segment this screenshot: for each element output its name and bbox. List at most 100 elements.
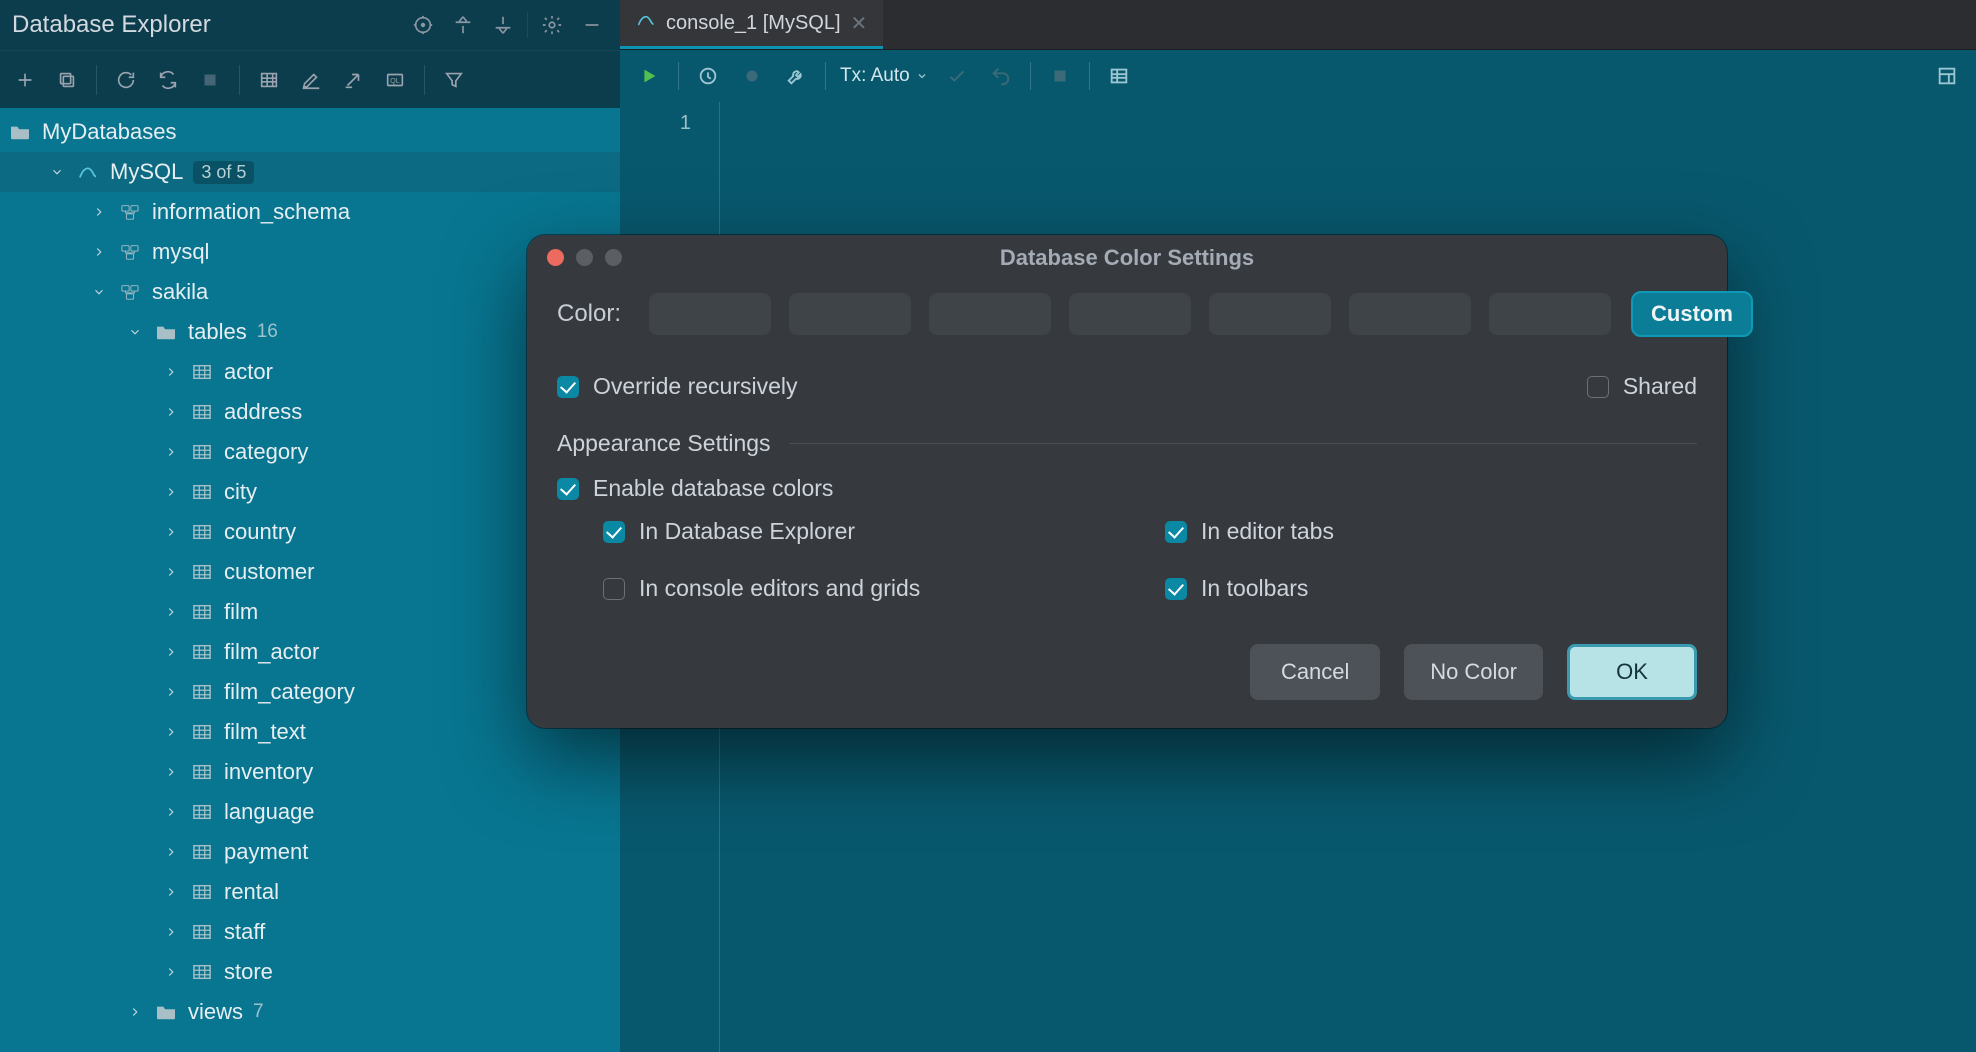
checkbox-icon — [557, 376, 579, 398]
sep — [527, 12, 528, 38]
record-icon[interactable] — [737, 61, 767, 91]
tree-table[interactable]: staff — [0, 912, 620, 952]
table-label: country — [224, 519, 296, 545]
rollback-icon[interactable] — [986, 61, 1016, 91]
tree-views-group[interactable]: views 7 — [0, 992, 620, 1032]
edit-icon[interactable] — [294, 63, 328, 97]
mysql-icon — [76, 162, 100, 182]
console-toolbar: Tx: Auto — [620, 50, 1976, 102]
in-explorer-checkbox[interactable]: In Database Explorer — [603, 518, 1135, 545]
filter-icon[interactable] — [437, 63, 471, 97]
target-icon[interactable] — [403, 5, 443, 45]
checkbox-icon — [603, 578, 625, 600]
tx-mode-dropdown[interactable]: Tx: Auto — [840, 65, 928, 87]
color-swatch[interactable] — [1069, 293, 1191, 335]
line-number: 1 — [620, 112, 691, 135]
chevron-right-icon — [90, 245, 108, 259]
tree-root[interactable]: MyDatabases — [0, 112, 620, 152]
close-icon[interactable]: ✕ — [851, 11, 868, 36]
chevron-down-icon — [126, 325, 144, 339]
shared-label: Shared — [1623, 373, 1697, 400]
chevron-right-icon — [90, 205, 108, 219]
close-window-icon[interactable] — [547, 249, 564, 266]
add-icon[interactable] — [8, 63, 42, 97]
table-label: inventory — [224, 759, 313, 785]
option-label: In Database Explorer — [639, 518, 855, 545]
minimize-icon[interactable] — [572, 5, 612, 45]
color-swatch[interactable] — [1209, 293, 1331, 335]
dialog-titlebar: Database Color Settings — [527, 235, 1727, 281]
commit-icon[interactable] — [942, 61, 972, 91]
stop-icon[interactable] — [193, 63, 227, 97]
cancel-button[interactable]: Cancel — [1250, 644, 1380, 700]
run-icon[interactable] — [634, 61, 664, 91]
tree-table[interactable]: store — [0, 952, 620, 992]
override-checkbox[interactable]: Override recursively — [557, 373, 798, 400]
folder-icon — [8, 122, 32, 142]
minimize-window-icon[interactable] — [576, 249, 593, 266]
chevron-right-icon — [162, 725, 180, 739]
group-label: tables — [188, 319, 247, 345]
tree-datasource-mysql[interactable]: MySQL 3 of 5 — [0, 152, 620, 192]
color-swatch[interactable] — [789, 293, 911, 335]
chevron-right-icon — [162, 925, 180, 939]
enable-colors-checkbox[interactable]: Enable database colors — [557, 475, 1697, 502]
tab-label: console_1 [MySQL] — [666, 12, 841, 35]
in-toolbars-checkbox[interactable]: In toolbars — [1165, 575, 1697, 602]
checkbox-icon — [1165, 578, 1187, 600]
override-label: Override recursively — [593, 373, 798, 400]
chevron-right-icon — [162, 485, 180, 499]
refresh-icon[interactable] — [109, 63, 143, 97]
table-label: customer — [224, 559, 314, 585]
tree-table[interactable]: inventory — [0, 752, 620, 792]
copy-icon[interactable] — [50, 63, 84, 97]
datasource-label: MySQL — [110, 159, 183, 185]
ql-console-icon[interactable]: QL — [378, 63, 412, 97]
table-icon — [190, 922, 214, 942]
schema-icon — [118, 242, 142, 262]
tree-table[interactable]: language — [0, 792, 620, 832]
in-console-checkbox[interactable]: In console editors and grids — [603, 575, 1135, 602]
tree-table[interactable]: payment — [0, 832, 620, 872]
table-label: category — [224, 439, 308, 465]
tree-schema[interactable]: information_schema — [0, 192, 620, 232]
stop-icon[interactable] — [1045, 61, 1075, 91]
table-label: film_category — [224, 679, 355, 705]
table-label: actor — [224, 359, 273, 385]
tree-table[interactable]: film_text — [0, 712, 620, 752]
table-label: film_actor — [224, 639, 319, 665]
table-icon — [190, 442, 214, 462]
expand-all-icon[interactable] — [443, 5, 483, 45]
sync-icon[interactable] — [151, 63, 185, 97]
in-editor-tabs-checkbox[interactable]: In editor tabs — [1165, 518, 1697, 545]
shared-checkbox[interactable]: Shared — [1587, 373, 1697, 400]
ok-button[interactable]: OK — [1567, 644, 1697, 700]
separator — [96, 65, 97, 95]
jump-icon[interactable] — [336, 63, 370, 97]
separator — [239, 65, 240, 95]
editor-tab-console[interactable]: console_1 [MySQL] ✕ — [620, 0, 883, 49]
zoom-window-icon[interactable] — [605, 249, 622, 266]
custom-color-button[interactable]: Custom — [1631, 291, 1753, 337]
no-color-button[interactable]: No Color — [1404, 644, 1543, 700]
chevron-right-icon — [162, 805, 180, 819]
appearance-section-header: Appearance Settings — [557, 430, 1697, 457]
grid-icon[interactable] — [252, 63, 286, 97]
color-swatch[interactable] — [929, 293, 1051, 335]
sidebar-toolbar: QL — [0, 50, 620, 108]
layout-icon[interactable] — [1932, 61, 1962, 91]
color-swatch[interactable] — [1489, 293, 1611, 335]
table-label: film — [224, 599, 258, 625]
chevron-right-icon — [162, 445, 180, 459]
separator — [424, 65, 425, 95]
result-grid-icon[interactable] — [1104, 61, 1134, 91]
history-icon[interactable] — [693, 61, 723, 91]
table-icon — [190, 402, 214, 422]
settings-icon[interactable] — [532, 5, 572, 45]
color-swatch[interactable] — [1349, 293, 1471, 335]
collapse-all-icon[interactable] — [483, 5, 523, 45]
color-swatch[interactable] — [649, 293, 771, 335]
tree-table[interactable]: rental — [0, 872, 620, 912]
chevron-right-icon — [162, 885, 180, 899]
wrench-icon[interactable] — [781, 61, 811, 91]
